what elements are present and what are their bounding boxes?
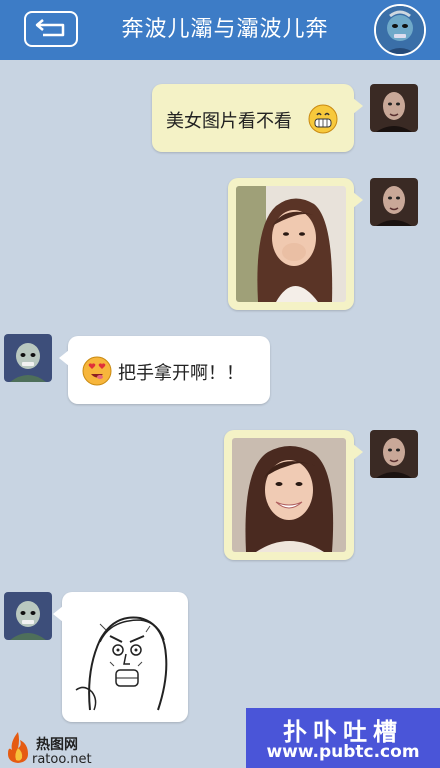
watermark-left-line2: ratoo.net [32,752,92,767]
watermark-left-line1: 热图网 [36,737,78,753]
heart-eyes-emoji-icon [82,356,112,386]
message-text: 把手拿开啊！！ [118,363,244,384]
photo-image[interactable] [236,186,346,302]
image-message-outgoing[interactable] [224,430,363,560]
chat-title: 奔波儿灞与灞波儿奔 [121,17,329,42]
contact-avatar-small[interactable] [4,334,52,382]
my-avatar[interactable] [370,84,418,132]
message-bubble-outgoing[interactable]: 美女图片看不看 [152,84,363,152]
back-button[interactable] [24,11,78,47]
back-arrow-icon [35,19,65,37]
message-text: 美女图片看不看 [166,111,292,132]
watermark-right-line2: www.pubtc.com [266,742,420,762]
photo-image[interactable] [232,438,346,552]
grin-emoji-icon [308,104,338,134]
my-avatar[interactable] [370,430,418,478]
image-message-incoming[interactable] [53,592,188,722]
image-message-outgoing[interactable] [228,178,363,310]
contact-avatar[interactable] [374,4,426,56]
contact-avatar-small[interactable] [4,592,52,640]
my-avatar[interactable] [370,178,418,226]
app-header: 奔波儿灞与灞波儿奔 [0,0,440,60]
message-bubble-incoming[interactable]: 把手拿开啊！！ [59,336,270,404]
flame-icon [8,732,28,763]
watermark-ratoo: 热图网 ratoo.net [6,728,126,768]
watermark-pubtc: 扑卟吐槽 www.pubtc.com [246,708,440,768]
meme-image[interactable] [70,600,180,714]
